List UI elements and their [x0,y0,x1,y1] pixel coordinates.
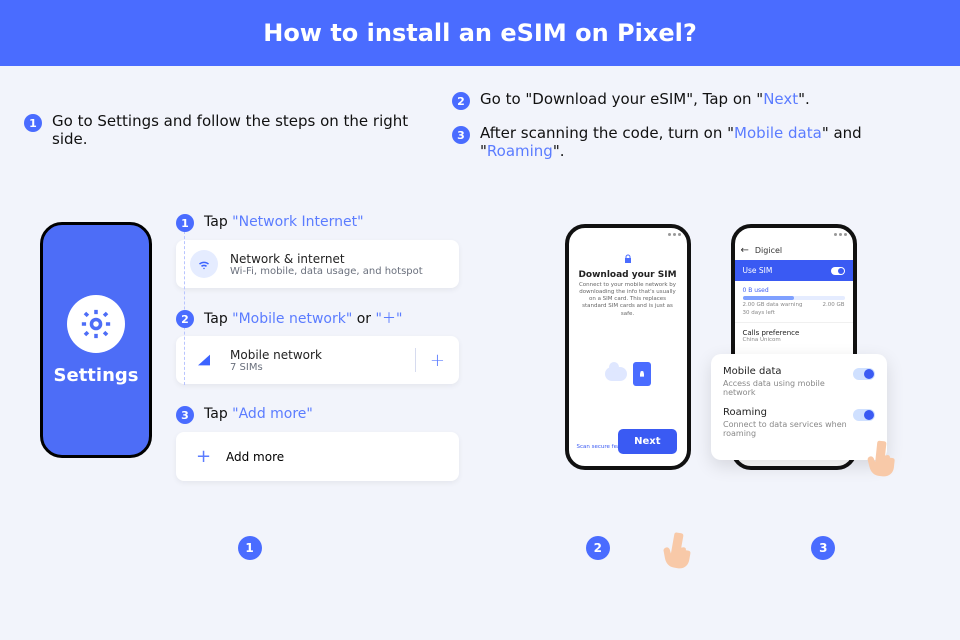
next-button[interactable]: Next [618,429,676,454]
steps-list: 1 Tap "Network Internet" Network & inter… [176,212,459,481]
intro-step-2-text: Go to "Download your eSIM", Tap on "Next… [480,90,810,108]
intro-step-3-text: After scanning the code, turn on "Mobile… [480,124,936,160]
intro-step-2: 2 Go to "Download your eSIM", Tap on "Ne… [452,90,936,110]
signal-icon [190,346,218,374]
phone-mock-download: Download your SIM Connect to your mobile… [565,224,691,558]
intro-row: 1 Go to Settings and follow the steps on… [0,112,960,160]
toggles-popup: Mobile data Access data using mobile net… [711,354,887,460]
row-subtitle: China Unicom [743,337,845,343]
step-2-label: Tap "Mobile network" or "＋" [204,308,402,328]
sim-doc-icon [633,362,651,386]
roaming-sub: Connect to data services when roaming [723,420,853,438]
row-mobile-network[interactable]: Mobile network 7 SIMs + [176,336,459,384]
row-subtitle: 7 SIMs [230,362,322,373]
pointing-hand-icon [865,436,903,479]
roaming-switch[interactable] [853,409,875,421]
data-usage-section: 0 B used 2.00 GB data warning 2.00 GB 30 … [735,281,853,322]
cards-row: Settings 1 Tap "Network Internet" Networ… [0,188,960,574]
intro-step-1: 1 Go to Settings and follow the steps on… [24,112,434,148]
usage-bar [743,296,845,300]
calls-preference-row[interactable]: Calls preference China Unicom [735,322,853,349]
step-1-label: Tap "Network Internet" [204,214,364,230]
step-3: 3 Tap "Add more" + Add more [176,404,459,481]
right-card-badges: 2 3 [485,536,936,560]
usage-right-label: 2.00 GB [822,302,844,308]
cloud-icon [605,367,627,381]
row-title: Calls preference [743,329,845,337]
carrier-name: Digicel [755,246,782,255]
add-sim-plus-icon[interactable]: + [415,348,445,372]
usage-title: 0 B used [743,287,845,294]
row-network-internet[interactable]: Network & internet Wi-Fi, mobile, data u… [176,240,459,288]
roaming-toggle-row[interactable]: Roaming Connect to data services when ro… [723,407,875,438]
days-left: 30 days left [743,310,845,316]
plus-icon: + [196,446,210,467]
keyword-next: Next [763,90,798,108]
lock-icon [621,252,635,266]
keyword-add-more: "Add more" [232,406,313,422]
keyword-mobile-network: "Mobile network" [232,311,352,327]
step-number-1: 1 [24,114,42,132]
card-badge-2: 2 [586,536,610,560]
back-icon[interactable]: ← [741,245,749,256]
mobile-data-sub: Access data using mobile network [723,379,853,397]
mobile-data-toggle-row[interactable]: Mobile data Access data using mobile net… [723,366,875,397]
use-sim-row[interactable]: Use SIM [735,260,853,281]
keyword-network-internet: "Network Internet" [232,214,363,230]
phone-caption: Settings [54,365,139,386]
intro-right-column: 2 Go to "Download your eSIM", Tap on "Ne… [452,90,936,160]
step-3-bubble: 3 [176,406,194,424]
carrier-header: ← Digicel [735,240,853,260]
step-1-bubble: 1 [176,214,194,232]
download-sim-title: Download your SIM [569,270,687,280]
wifi-icon [190,250,218,278]
page-title: How to install an eSIM on Pixel? [263,19,697,47]
use-sim-toggle[interactable] [831,267,845,275]
keyword-plus: "＋" [376,311,403,327]
row-title: Network & internet [230,252,423,266]
keyword-mobile-data: Mobile data [734,124,822,142]
download-illustration [569,334,687,414]
usage-left-label: 2.00 GB data warning [743,302,803,308]
status-bar [569,228,687,240]
status-bar [735,228,853,240]
row-add-more[interactable]: + Add more [176,432,459,481]
step-2-bubble: 2 [176,310,194,328]
card-left: Settings 1 Tap "Network Internet" Networ… [24,188,475,574]
intro-step-1-text: Go to Settings and follow the steps on t… [52,112,434,148]
gear-icon [67,295,125,353]
keyword-roaming: Roaming [487,142,553,160]
step-2: 2 Tap "Mobile network" or "＋" Mobile net… [176,308,459,384]
step-number-2: 2 [452,92,470,110]
step-1: 1 Tap "Network Internet" Network & inter… [176,212,459,288]
use-sim-label: Use SIM [743,266,773,275]
roaming-label: Roaming [723,407,853,418]
step-number-3: 3 [452,126,470,144]
page-header: How to install an eSIM on Pixel? [0,0,960,66]
card-badge-1: 1 [238,536,262,560]
mobile-data-label: Mobile data [723,366,853,377]
phone-mock-settings: Settings [40,222,152,458]
row-title: Add more [226,450,284,464]
card-badge-3: 3 [811,536,835,560]
step-3-label: Tap "Add more" [204,406,313,422]
row-title: Mobile network [230,348,322,362]
mobile-data-switch[interactable] [853,368,875,380]
card-right: Download your SIM Connect to your mobile… [485,188,936,574]
row-subtitle: Wi-Fi, mobile, data usage, and hotspot [230,266,423,277]
intro-step-3: 3 After scanning the code, turn on "Mobi… [452,124,936,160]
download-sim-subtitle: Connect to your mobile network by downlo… [569,280,687,320]
